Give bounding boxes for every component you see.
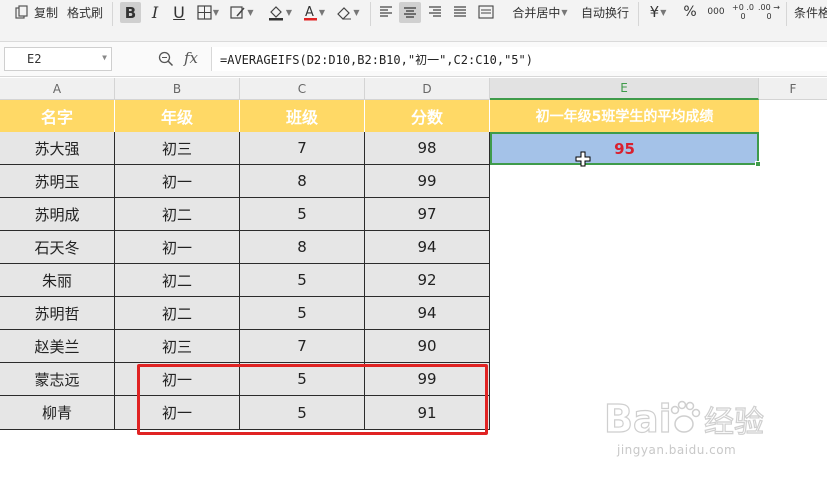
- table-cell-grade[interactable]: 初一: [115, 165, 240, 198]
- table-cell-name[interactable]: 苏大强: [0, 132, 115, 165]
- table-cell-class[interactable]: 5: [240, 198, 365, 231]
- increase-decimal-button[interactable]: +0 .00: [731, 0, 755, 24]
- distributed-align-icon: [478, 5, 494, 19]
- header-cell-score[interactable]: 分数: [365, 100, 490, 132]
- insert-function-button[interactable]: fx: [184, 49, 198, 67]
- fill-handle[interactable]: [755, 161, 761, 167]
- table-cell-grade[interactable]: 初三: [115, 330, 240, 363]
- svg-text:Bai: Bai: [604, 397, 672, 441]
- wrap-text-button[interactable]: 自动换行: [578, 0, 632, 24]
- italic-button[interactable]: I: [145, 0, 165, 24]
- column-header-c[interactable]: C: [240, 78, 365, 100]
- bold-button[interactable]: B: [120, 2, 141, 23]
- watermark-url: jingyan.baidu.com: [617, 443, 737, 457]
- table-cell-class[interactable]: 7: [240, 132, 365, 165]
- cell-style-button[interactable]: ▼: [228, 0, 256, 24]
- table-cell-name[interactable]: 朱丽: [0, 264, 115, 297]
- table-cell-name[interactable]: 柳青: [0, 396, 115, 430]
- currency-button[interactable]: ¥ ▼: [646, 0, 670, 24]
- name-box-value: E2: [27, 52, 42, 66]
- table-cell-class[interactable]: 8: [240, 231, 365, 264]
- table-cell-score[interactable]: 92: [365, 264, 490, 297]
- table-cell-score[interactable]: 90: [365, 330, 490, 363]
- conditional-format-button[interactable]: 条件格: [794, 0, 827, 24]
- justify-button[interactable]: [450, 0, 470, 24]
- spreadsheet-window: 复制 格式刷 B I U ▼ ▼ ▼ A ▼ ▼ 合并居中 ▼ 自动换行 ¥ ▼…: [0, 0, 827, 480]
- align-right-icon: [429, 6, 441, 17]
- table-cell-name[interactable]: 蒙志远: [0, 363, 115, 396]
- table-cell-score[interactable]: 94: [365, 297, 490, 330]
- column-header-b[interactable]: B: [115, 78, 240, 100]
- formula-input[interactable]: =AVERAGEIFS(D2:D10,B2:B10,"初一",C2:C10,"5…: [211, 47, 827, 71]
- ribbon-toolbar: 复制 格式刷 B I U ▼ ▼ ▼ A ▼ ▼ 合并居中 ▼ 自动换行 ¥ ▼…: [0, 0, 827, 42]
- header-cell-grade[interactable]: 年级: [115, 100, 240, 132]
- table-cell-grade[interactable]: 初三: [115, 132, 240, 165]
- percent-button[interactable]: %: [680, 0, 700, 24]
- svg-text:经验: 经验: [704, 405, 764, 440]
- table-cell-score[interactable]: 94: [365, 231, 490, 264]
- toolbar-divider: [638, 2, 639, 26]
- toolbar-divider: [112, 2, 113, 26]
- column-header-a[interactable]: A: [0, 78, 115, 100]
- decrease-decimal-button[interactable]: .00 →0: [757, 0, 781, 24]
- distributed-align-button[interactable]: [475, 0, 497, 24]
- font-color-button[interactable]: A ▼: [300, 0, 328, 24]
- align-left-button[interactable]: [376, 0, 396, 24]
- fill-color-button[interactable]: ▼: [264, 0, 296, 24]
- toolbar-divider: [786, 2, 787, 26]
- table-cell-class[interactable]: 5: [240, 264, 365, 297]
- table-cell-score[interactable]: 98: [365, 132, 490, 165]
- merge-center-label: 合并居中: [512, 5, 561, 20]
- table-cell-class[interactable]: 5: [240, 297, 365, 330]
- toolbar-divider: [370, 2, 371, 26]
- paint-bucket-icon: [268, 5, 283, 20]
- svg-text:A: A: [305, 5, 314, 20]
- align-right-button[interactable]: [425, 0, 445, 24]
- align-center-icon: [404, 6, 416, 18]
- borders-button[interactable]: ▼: [194, 0, 222, 24]
- borders-icon: [197, 4, 212, 20]
- table-cell-name[interactable]: 石天冬: [0, 231, 115, 264]
- cell-style-icon: [230, 5, 245, 19]
- baidu-watermark-logo: Bai 经验: [603, 392, 784, 448]
- table-cell-score[interactable]: 99: [365, 165, 490, 198]
- table-cell-name[interactable]: 赵美兰: [0, 330, 115, 363]
- table-cell-class[interactable]: 8: [240, 165, 365, 198]
- align-left-icon: [380, 6, 392, 17]
- copy-icon[interactable]: [12, 0, 32, 24]
- clear-button[interactable]: ▼: [334, 0, 362, 24]
- table-cell-name[interactable]: 苏明成: [0, 198, 115, 231]
- formula-bar: E2 ▼ fx =AVERAGEIFS(D2:D10,B2:B10,"初一",C…: [0, 42, 827, 77]
- copy-button[interactable]: 复制: [32, 0, 60, 24]
- align-center-button[interactable]: [399, 2, 421, 23]
- table-cell-grade[interactable]: 初二: [115, 264, 240, 297]
- table-cell-score[interactable]: 97: [365, 198, 490, 231]
- eraser-icon: [337, 6, 352, 20]
- chevron-down-icon[interactable]: ▼: [102, 53, 107, 62]
- justify-icon: [454, 6, 466, 17]
- column-header-d[interactable]: D: [365, 78, 490, 100]
- name-box[interactable]: E2 ▼: [4, 47, 112, 71]
- column-header-e[interactable]: E: [490, 78, 759, 100]
- table-cell-name[interactable]: 苏明哲: [0, 297, 115, 330]
- currency-label: ¥: [649, 3, 660, 21]
- underline-button[interactable]: U: [169, 0, 189, 24]
- font-color-icon: A: [303, 5, 317, 20]
- format-painter-button[interactable]: 格式刷: [64, 0, 106, 24]
- column-header-f[interactable]: F: [759, 78, 827, 100]
- header-cell-result[interactable]: 初一年级5班学生的平均成绩: [490, 100, 759, 132]
- merge-center-button[interactable]: 合并居中 ▼: [508, 0, 572, 24]
- highlight-box: [137, 364, 488, 435]
- table-cell-grade[interactable]: 初二: [115, 198, 240, 231]
- table-cell-grade[interactable]: 初二: [115, 297, 240, 330]
- table-cell-class[interactable]: 7: [240, 330, 365, 363]
- cell-cursor-icon: [575, 151, 591, 171]
- result-cell-e2[interactable]: 95: [490, 132, 759, 165]
- thousands-separator-button[interactable]: 000: [704, 0, 728, 24]
- header-cell-class[interactable]: 班级: [240, 100, 365, 132]
- table-cell-name[interactable]: 苏明玉: [0, 165, 115, 198]
- header-cell-name[interactable]: 名字: [0, 100, 115, 132]
- table-cell-grade[interactable]: 初一: [115, 231, 240, 264]
- zoom-icon[interactable]: [158, 51, 174, 71]
